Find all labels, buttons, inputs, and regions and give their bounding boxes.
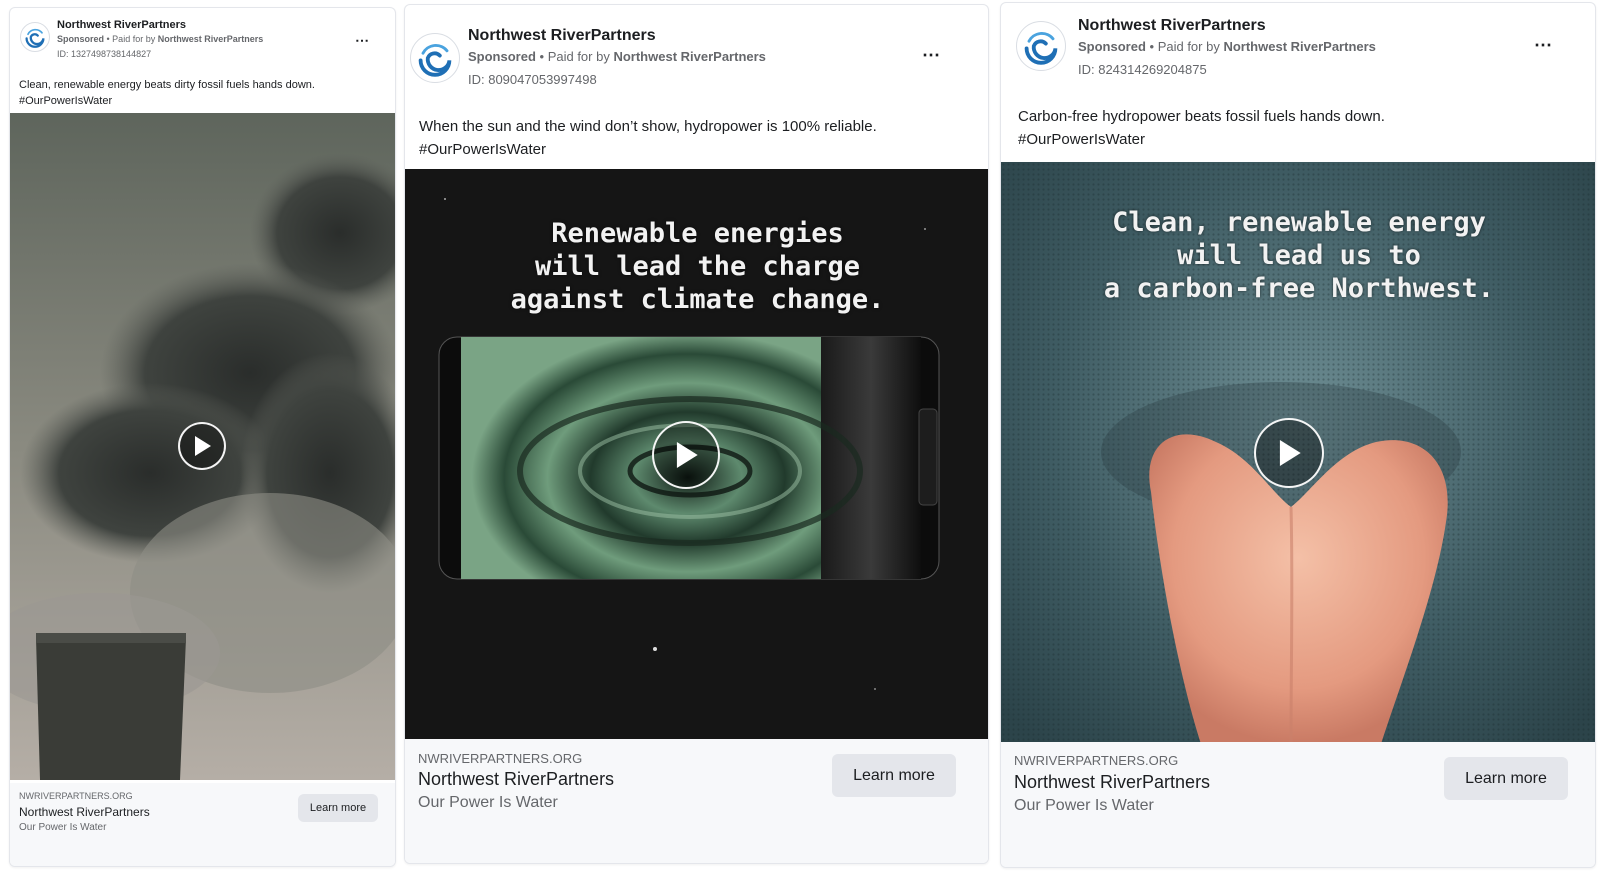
sponsored-line: Sponsored • Paid for by Northwest RiverP… [468,49,766,64]
paid-for-by: Northwest RiverPartners [157,34,264,44]
ad-card-3: Northwest RiverPartners Sponsored • Paid… [1000,2,1596,868]
play-icon[interactable] [178,422,226,470]
play-icon[interactable] [1254,418,1324,488]
learn-more-button[interactable]: Learn more [1444,757,1568,800]
ad-id: ID: 824314269204875 [1078,62,1207,77]
ad-card-2: Northwest RiverPartners Sponsored • Paid… [404,4,989,864]
ad-caption: When the sun and the wind don’t show, hy… [419,118,877,158]
page-name[interactable]: Northwest RiverPartners [468,27,656,45]
learn-more-button[interactable]: Learn more [298,794,378,822]
ad-link-footer[interactable]: NWRIVERPARTNERS.ORG Northwest RiverPartn… [10,783,395,866]
ad-video-media[interactable]: Clean, renewable energy will lead us to … [1001,162,1595,744]
link-title[interactable]: Northwest RiverPartners [1014,772,1210,793]
more-options-icon[interactable]: ⋯ [1534,35,1553,56]
learn-more-button[interactable]: Learn more [832,754,956,797]
ad-id: ID: 1327498738144827 [57,49,152,59]
ad-overlay-text: Clean, renewable energy will lead us to … [1103,207,1495,304]
ad-link-footer[interactable]: NWRIVERPARTNERS.ORG Northwest RiverPartn… [1001,742,1595,867]
link-title[interactable]: Northwest RiverPartners [19,805,150,819]
nwrp-logo-icon[interactable] [410,33,460,83]
link-title[interactable]: Northwest RiverPartners [418,769,614,790]
link-description: Our Power Is Water [418,794,558,811]
ad-link-footer[interactable]: NWRIVERPARTNERS.ORG Northwest RiverPartn… [405,739,988,863]
sponsored-label: Sponsored [1078,39,1146,54]
ad-video-media[interactable]: Renewable energies will lead the charge … [405,169,988,741]
paid-for-prefix: • Paid for by [539,49,610,64]
nwrp-logo-icon[interactable] [20,22,50,52]
sponsored-line: Sponsored • Paid for by Northwest RiverP… [57,34,263,44]
more-options-icon[interactable]: ⋯ [355,32,370,49]
play-icon[interactable] [652,421,720,489]
paid-for-prefix: • Paid for by [1149,39,1220,54]
sponsored-label: Sponsored [57,34,105,44]
sponsored-label: Sponsored [468,49,536,64]
ad-id: ID: 809047053997498 [468,72,597,87]
more-options-icon[interactable]: ⋯ [922,45,941,66]
link-domain: NWRIVERPARTNERS.ORG [1014,753,1179,768]
link-description: Our Power Is Water [19,822,107,833]
paid-for-by: Northwest RiverPartners [613,49,766,64]
page-name[interactable]: Northwest RiverPartners [1078,17,1266,35]
ad-caption: Carbon-free hydropower beats fossil fuel… [1018,108,1385,148]
nwrp-logo-icon[interactable] [1016,21,1066,71]
link-description: Our Power Is Water [1014,797,1154,814]
link-domain: NWRIVERPARTNERS.ORG [418,751,583,766]
ad-card-1: Northwest RiverPartners Sponsored • Paid… [9,7,396,867]
ad-video-media[interactable] [10,113,395,780]
paid-for-by: Northwest RiverPartners [1223,39,1376,54]
sponsored-line: Sponsored • Paid for by Northwest RiverP… [1078,39,1376,54]
ad-overlay-text: Renewable energies will lead the charge … [510,218,885,315]
ad-caption: Clean, renewable energy beats dirty foss… [19,79,315,107]
paid-for-prefix: • Paid for by [106,34,156,44]
page-name[interactable]: Northwest RiverPartners [57,19,186,31]
link-domain: NWRIVERPARTNERS.ORG [19,791,133,801]
